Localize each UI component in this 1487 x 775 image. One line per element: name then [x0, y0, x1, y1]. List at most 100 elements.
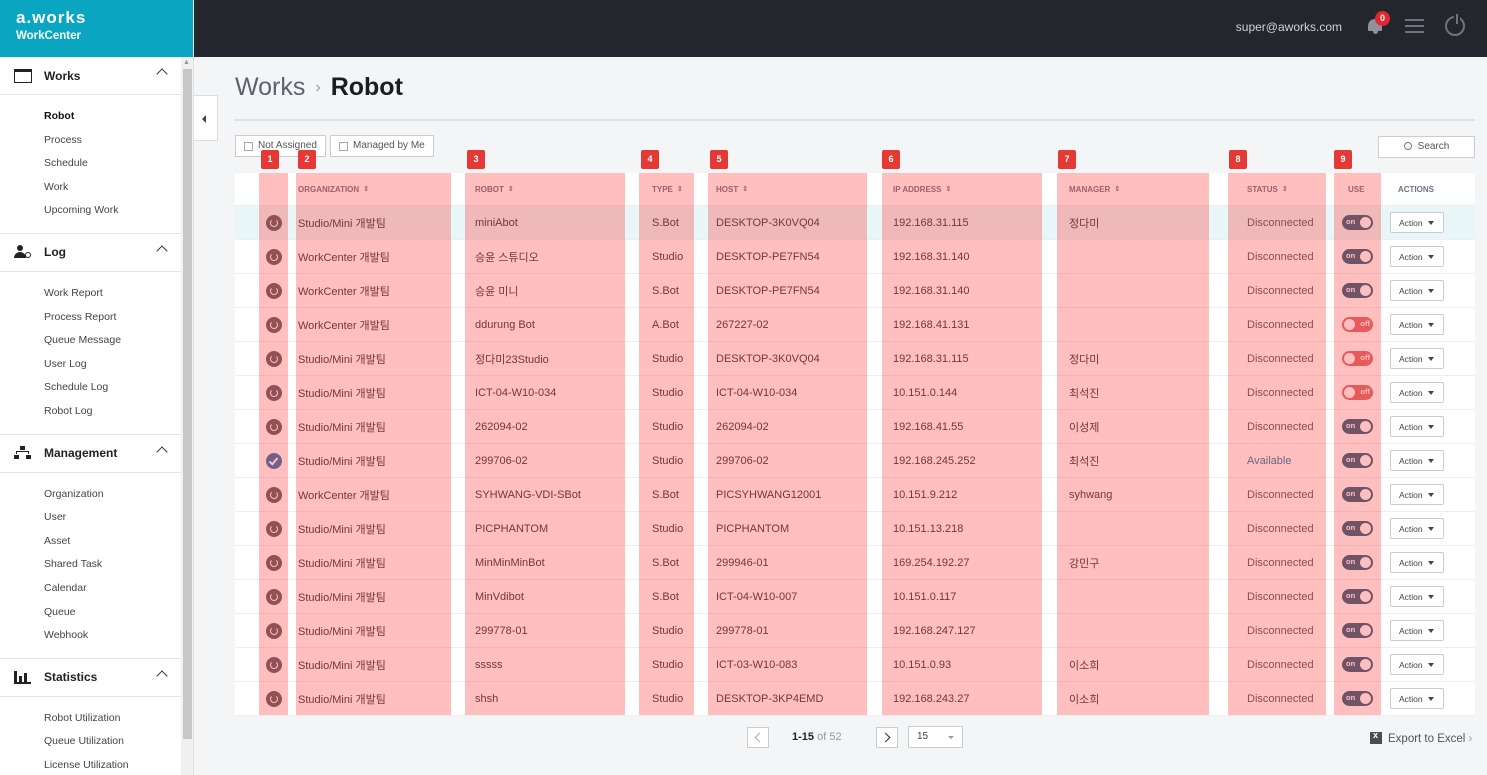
action-dropdown-button[interactable]: Action: [1390, 688, 1444, 709]
table-row[interactable]: Studio/Mini 개발팀 299706-02 Studio 299706-02 1…: [235, 444, 1475, 478]
checkbox-icon[interactable]: [244, 142, 253, 151]
action-dropdown-button[interactable]: Action: [1390, 280, 1444, 301]
use-toggle[interactable]: on: [1342, 691, 1373, 706]
table-row[interactable]: Studio/Mini 개발팀 MinMinMinBot S.Bot 299946-0…: [235, 546, 1475, 580]
sidebar-item-user[interactable]: User: [44, 506, 182, 530]
sidebar-item-robot-log[interactable]: Robot Log: [44, 400, 182, 424]
use-toggle[interactable]: on: [1342, 657, 1373, 672]
table-row[interactable]: Studio/Mini 개발팀 ICT-04-W10-034 Studio ICT-0…: [235, 376, 1475, 410]
table-row[interactable]: WorkCenter 개발팀 승윤 미니 S.Bot DESKTOP-PE7FN54 1…: [235, 274, 1475, 308]
section-log[interactable]: Log: [0, 234, 182, 272]
sidebar-item-process-report[interactable]: Process Report: [44, 306, 182, 330]
table-row[interactable]: Studio/Mini 개발팀 miniAbot S.Bot DESKTOP-3K0V…: [235, 206, 1475, 240]
sidebar-item-calendar[interactable]: Calendar: [44, 577, 182, 601]
sidebar-scrollbar[interactable]: ▲: [181, 57, 193, 775]
chevron-up-icon[interactable]: [156, 445, 168, 458]
brand-header[interactable]: a.works WorkCenter: [0, 0, 193, 57]
table-row[interactable]: Studio/Mini 개발팀 정다미23Studio Studio DESKTOP-…: [235, 342, 1475, 376]
power-icon[interactable]: [1445, 14, 1465, 36]
action-dropdown-button[interactable]: Action: [1390, 484, 1444, 505]
use-toggle[interactable]: on: [1342, 521, 1373, 536]
col-status[interactable]: STATUS ⇕: [1247, 173, 1288, 205]
col-robot[interactable]: ROBOT ⇕: [475, 173, 514, 205]
section-management[interactable]: Management: [0, 435, 182, 473]
sidebar-item-webhook[interactable]: Webhook: [44, 624, 182, 648]
managed-by-me-filter[interactable]: Managed by Me: [330, 135, 434, 157]
sidebar-item-asset[interactable]: Asset: [44, 530, 182, 554]
table-row[interactable]: Studio/Mini 개발팀 262094-02 Studio 262094-02 1…: [235, 410, 1475, 444]
col-type[interactable]: TYPE ⇕: [652, 173, 683, 205]
sidebar-collapse-button[interactable]: [194, 95, 218, 141]
use-toggle[interactable]: off: [1342, 385, 1373, 400]
action-dropdown-button[interactable]: Action: [1390, 348, 1444, 369]
prev-page-button[interactable]: [747, 727, 769, 748]
table-row[interactable]: Studio/Mini 개발팀 PICPHANTOM Studio PICPHANTO…: [235, 512, 1475, 546]
section-statistics[interactable]: Statistics: [0, 659, 182, 697]
export-excel-link[interactable]: Export to Excel ›: [1370, 730, 1472, 745]
table-row[interactable]: Studio/Mini 개발팀 shsh Studio DESKTOP-3KP4EMD…: [235, 682, 1475, 716]
table-row[interactable]: WorkCenter 개발팀 ddurung Bot A.Bot 267227-02 1…: [235, 308, 1475, 342]
sidebar-item-work[interactable]: Work: [44, 176, 182, 200]
action-dropdown-button[interactable]: Action: [1390, 620, 1444, 641]
use-toggle[interactable]: off: [1342, 317, 1373, 332]
sidebar-item-process[interactable]: Process: [44, 129, 182, 153]
checkbox-icon[interactable]: [339, 142, 348, 151]
cell-ip: 192.168.247.127: [893, 624, 976, 637]
search-button[interactable]: Search: [1378, 136, 1475, 158]
sidebar-item-license-utilization[interactable]: License Utilization: [44, 754, 182, 775]
sidebar-item-queue-utilization[interactable]: Queue Utilization: [44, 730, 182, 754]
use-toggle[interactable]: on: [1342, 249, 1373, 264]
chevron-up-icon[interactable]: [156, 245, 168, 257]
use-toggle[interactable]: on: [1342, 589, 1373, 604]
table-row[interactable]: Studio/Mini 개발팀 299778-01 Studio 299778-01 1…: [235, 614, 1475, 648]
sidebar-item-user-log[interactable]: User Log: [44, 353, 182, 377]
action-dropdown-button[interactable]: Action: [1390, 416, 1444, 437]
next-page-button[interactable]: [876, 727, 898, 748]
action-dropdown-button[interactable]: Action: [1390, 246, 1444, 267]
chevron-up-icon[interactable]: [156, 670, 168, 682]
sidebar-item-shared-task[interactable]: Shared Task: [44, 553, 182, 577]
use-toggle[interactable]: on: [1342, 419, 1373, 434]
sidebar-item-queue[interactable]: Queue: [44, 601, 182, 625]
table-row[interactable]: WorkCenter 개발팀 승윤 스튜디오 Studio DESKTOP-PE7FN…: [235, 240, 1475, 274]
sidebar-item-organization[interactable]: Organization: [44, 483, 182, 507]
action-dropdown-button[interactable]: Action: [1390, 450, 1444, 471]
page-size-select[interactable]: 15: [908, 726, 963, 748]
use-toggle[interactable]: on: [1342, 623, 1373, 638]
col-ip-address[interactable]: IP ADDRESS ⇕: [893, 173, 951, 205]
use-toggle[interactable]: on: [1342, 555, 1373, 570]
sidebar-item-work-report[interactable]: Work Report: [44, 282, 182, 306]
sidebar-item-schedule-log[interactable]: Schedule Log: [44, 376, 182, 400]
col-host[interactable]: HOST ⇕: [716, 173, 748, 205]
action-dropdown-button[interactable]: Action: [1390, 654, 1444, 675]
use-toggle[interactable]: off: [1342, 351, 1373, 366]
scrollbar-thumb[interactable]: [183, 69, 192, 739]
use-toggle[interactable]: on: [1342, 283, 1373, 298]
sidebar-item-queue-message[interactable]: Queue Message: [44, 329, 182, 353]
chevron-up-icon[interactable]: [156, 68, 168, 80]
col-organization[interactable]: ORGANIZATION ⇕: [298, 173, 369, 205]
action-dropdown-button[interactable]: Action: [1390, 382, 1444, 403]
list-icon[interactable]: [1405, 19, 1424, 34]
sidebar-item-robot[interactable]: Robot: [44, 105, 182, 129]
breadcrumb-parent[interactable]: Works: [235, 73, 305, 101]
sidebar-item-upcoming-work[interactable]: Upcoming Work: [44, 199, 182, 223]
table-row[interactable]: WorkCenter 개발팀 SYHWANG-VDI-SBot S.Bot PICSY…: [235, 478, 1475, 512]
sidebar-item-robot-utilization[interactable]: Robot Utilization: [44, 707, 182, 731]
action-dropdown-button[interactable]: Action: [1390, 586, 1444, 607]
action-dropdown-button[interactable]: Action: [1390, 518, 1444, 539]
action-dropdown-button[interactable]: Action: [1390, 314, 1444, 335]
table-row[interactable]: Studio/Mini 개발팀 sssss Studio ICT-03-W10-083…: [235, 648, 1475, 682]
scroll-up-icon[interactable]: ▲: [183, 59, 190, 66]
col-manager[interactable]: MANAGER ⇕: [1069, 173, 1120, 205]
col-use: USE: [1348, 184, 1365, 194]
use-toggle[interactable]: on: [1342, 215, 1373, 230]
use-toggle[interactable]: on: [1342, 453, 1373, 468]
user-email[interactable]: super@aworks.com: [1236, 20, 1342, 34]
action-dropdown-button[interactable]: Action: [1390, 552, 1444, 573]
action-dropdown-button[interactable]: Action: [1390, 212, 1444, 233]
sidebar-item-schedule[interactable]: Schedule: [44, 152, 182, 176]
section-works[interactable]: Works: [0, 57, 182, 95]
table-row[interactable]: Studio/Mini 개발팀 MinVdibot S.Bot ICT-04-W10-…: [235, 580, 1475, 614]
use-toggle[interactable]: on: [1342, 487, 1373, 502]
